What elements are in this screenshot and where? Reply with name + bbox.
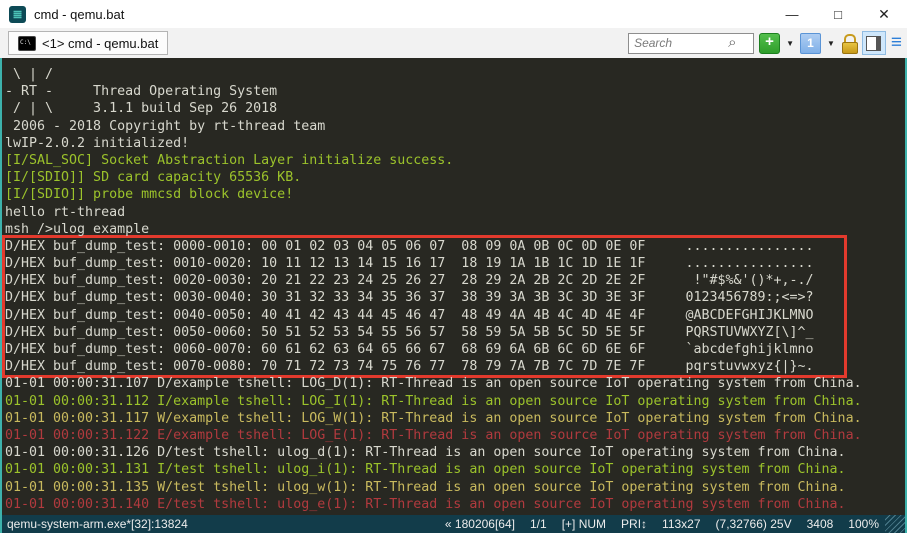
terminal-line: 01-01 00:00:31.131 I/test tshell: ulog_i… [5,461,905,478]
status-item: 3408 [807,517,834,531]
status-item: 1/1 [530,517,547,531]
active-console-button[interactable]: 1 [800,33,821,54]
window-controls: — □ ✕ [769,0,907,28]
terminal-lines-after: 01-01 00:00:31.107 D/example tshell: LOG… [5,375,905,513]
cmd-icon: C:\ [18,36,36,51]
terminal-line: D/HEX buf_dump_test: 0020-0030: 20 21 22… [5,272,844,289]
terminal-line: 01-01 00:00:31.117 W/example tshell: LOG… [5,410,905,427]
hex-dump-annotation-box: D/HEX buf_dump_test: 0000-0010: 00 01 02… [2,235,847,379]
new-console-button[interactable]: + [759,33,780,54]
conemu-app-icon: ≣ [9,6,26,23]
terminal-line: 01-01 00:00:31.122 E/example tshell: LOG… [5,427,905,444]
terminal-lines-before: \ | /- RT - Thread Operating System / | … [5,66,905,238]
terminal-line: - RT - Thread Operating System [5,83,905,100]
terminal-line: D/HEX buf_dump_test: 0070-0080: 70 71 72… [5,358,844,375]
terminal-line: [I/SAL_SOC] Socket Abstraction Layer ini… [5,152,905,169]
status-item: (7,32766) 25V [716,517,792,531]
status-item: « 180206[64] [445,517,515,531]
lock-body [842,42,858,54]
terminal-line: \ | / [5,66,905,83]
terminal-line: 01-01 00:00:31.140 E/test tshell: ulog_e… [5,496,905,513]
terminal-line: D/HEX buf_dump_test: 0010-0020: 10 11 12… [5,255,844,272]
terminal-line: lwIP-2.0.2 initialized! [5,135,905,152]
search-input[interactable] [632,35,728,51]
terminal-line: hello rt-thread [5,204,905,221]
terminal-line: [I/[SDIO]] SD card capacity 65536 KB. [5,169,905,186]
menu-icon[interactable]: ≡ [891,33,902,52]
terminal-line: D/HEX buf_dump_test: 0060-0070: 60 61 62… [5,341,844,358]
close-button[interactable]: ✕ [861,0,907,28]
minimize-button[interactable]: — [769,0,815,28]
console-tab-label: <1> cmd - qemu.bat [42,36,158,51]
terminal-hex-lines: D/HEX buf_dump_test: 0000-0010: 00 01 02… [5,238,844,376]
terminal-line: 2006 - 2018 Copyright by rt-thread team [5,118,905,135]
search-box: ⌕ [628,33,754,54]
terminal-line: [I/[SDIO]] probe mmcsd block device! [5,186,905,203]
sidebar-toggle-button[interactable] [862,31,886,55]
terminal-line: D/HEX buf_dump_test: 0040-0050: 40 41 42… [5,307,844,324]
maximize-button[interactable]: □ [815,0,861,28]
console-frame: \ | /- RT - Thread Operating System / | … [0,58,907,533]
status-bar: qemu-system-arm.exe*[32]:13824 « 180206[… [2,515,905,533]
status-items: « 180206[64] 1/1 [+] NUM PRI↕ 113x27 (7,32766… [445,517,879,531]
terminal-line: 01-01 00:00:31.112 I/example tshell: LOG… [5,393,905,410]
tab-bar: C:\ <1> cmd - qemu.bat ⌕ + ▼ 1 ▼ ≡ [0,28,907,58]
search-icon[interactable]: ⌕ [728,35,736,50]
terminal-line: D/HEX buf_dump_test: 0000-0010: 00 01 02… [5,238,844,255]
terminal-line: D/HEX buf_dump_test: 0050-0060: 50 51 52… [5,324,844,341]
lock-icon[interactable] [841,34,857,53]
toolbar-actions: ⌕ + ▼ 1 ▼ ≡ [628,31,902,55]
title-bar: ≣ cmd - qemu.bat — □ ✕ [0,0,907,28]
window-title: cmd - qemu.bat [34,7,124,22]
status-process-name: qemu-system-arm.exe*[32]:13824 [7,517,188,531]
resize-grip-icon[interactable] [885,515,905,533]
terminal-line: 01-01 00:00:31.135 W/test tshell: ulog_w… [5,479,905,496]
status-item: PRI↕ [621,517,647,531]
console-tab[interactable]: C:\ <1> cmd - qemu.bat [8,31,168,55]
sidebar-panel-icon [866,36,881,51]
new-console-dropdown-icon[interactable]: ▼ [785,39,795,48]
terminal-line: 01-01 00:00:31.107 D/example tshell: LOG… [5,375,905,392]
terminal-output[interactable]: \ | /- RT - Thread Operating System / | … [2,58,905,515]
status-item: 100% [848,517,879,531]
console-list-dropdown-icon[interactable]: ▼ [826,39,836,48]
status-item: 113x27 [662,517,700,531]
status-item: [+] NUM [562,517,606,531]
terminal-line: D/HEX buf_dump_test: 0030-0040: 30 31 32… [5,289,844,306]
terminal-line: 01-01 00:00:31.126 D/test tshell: ulog_d… [5,444,905,461]
terminal-line: / | \ 3.1.1 build Sep 26 2018 [5,100,905,117]
